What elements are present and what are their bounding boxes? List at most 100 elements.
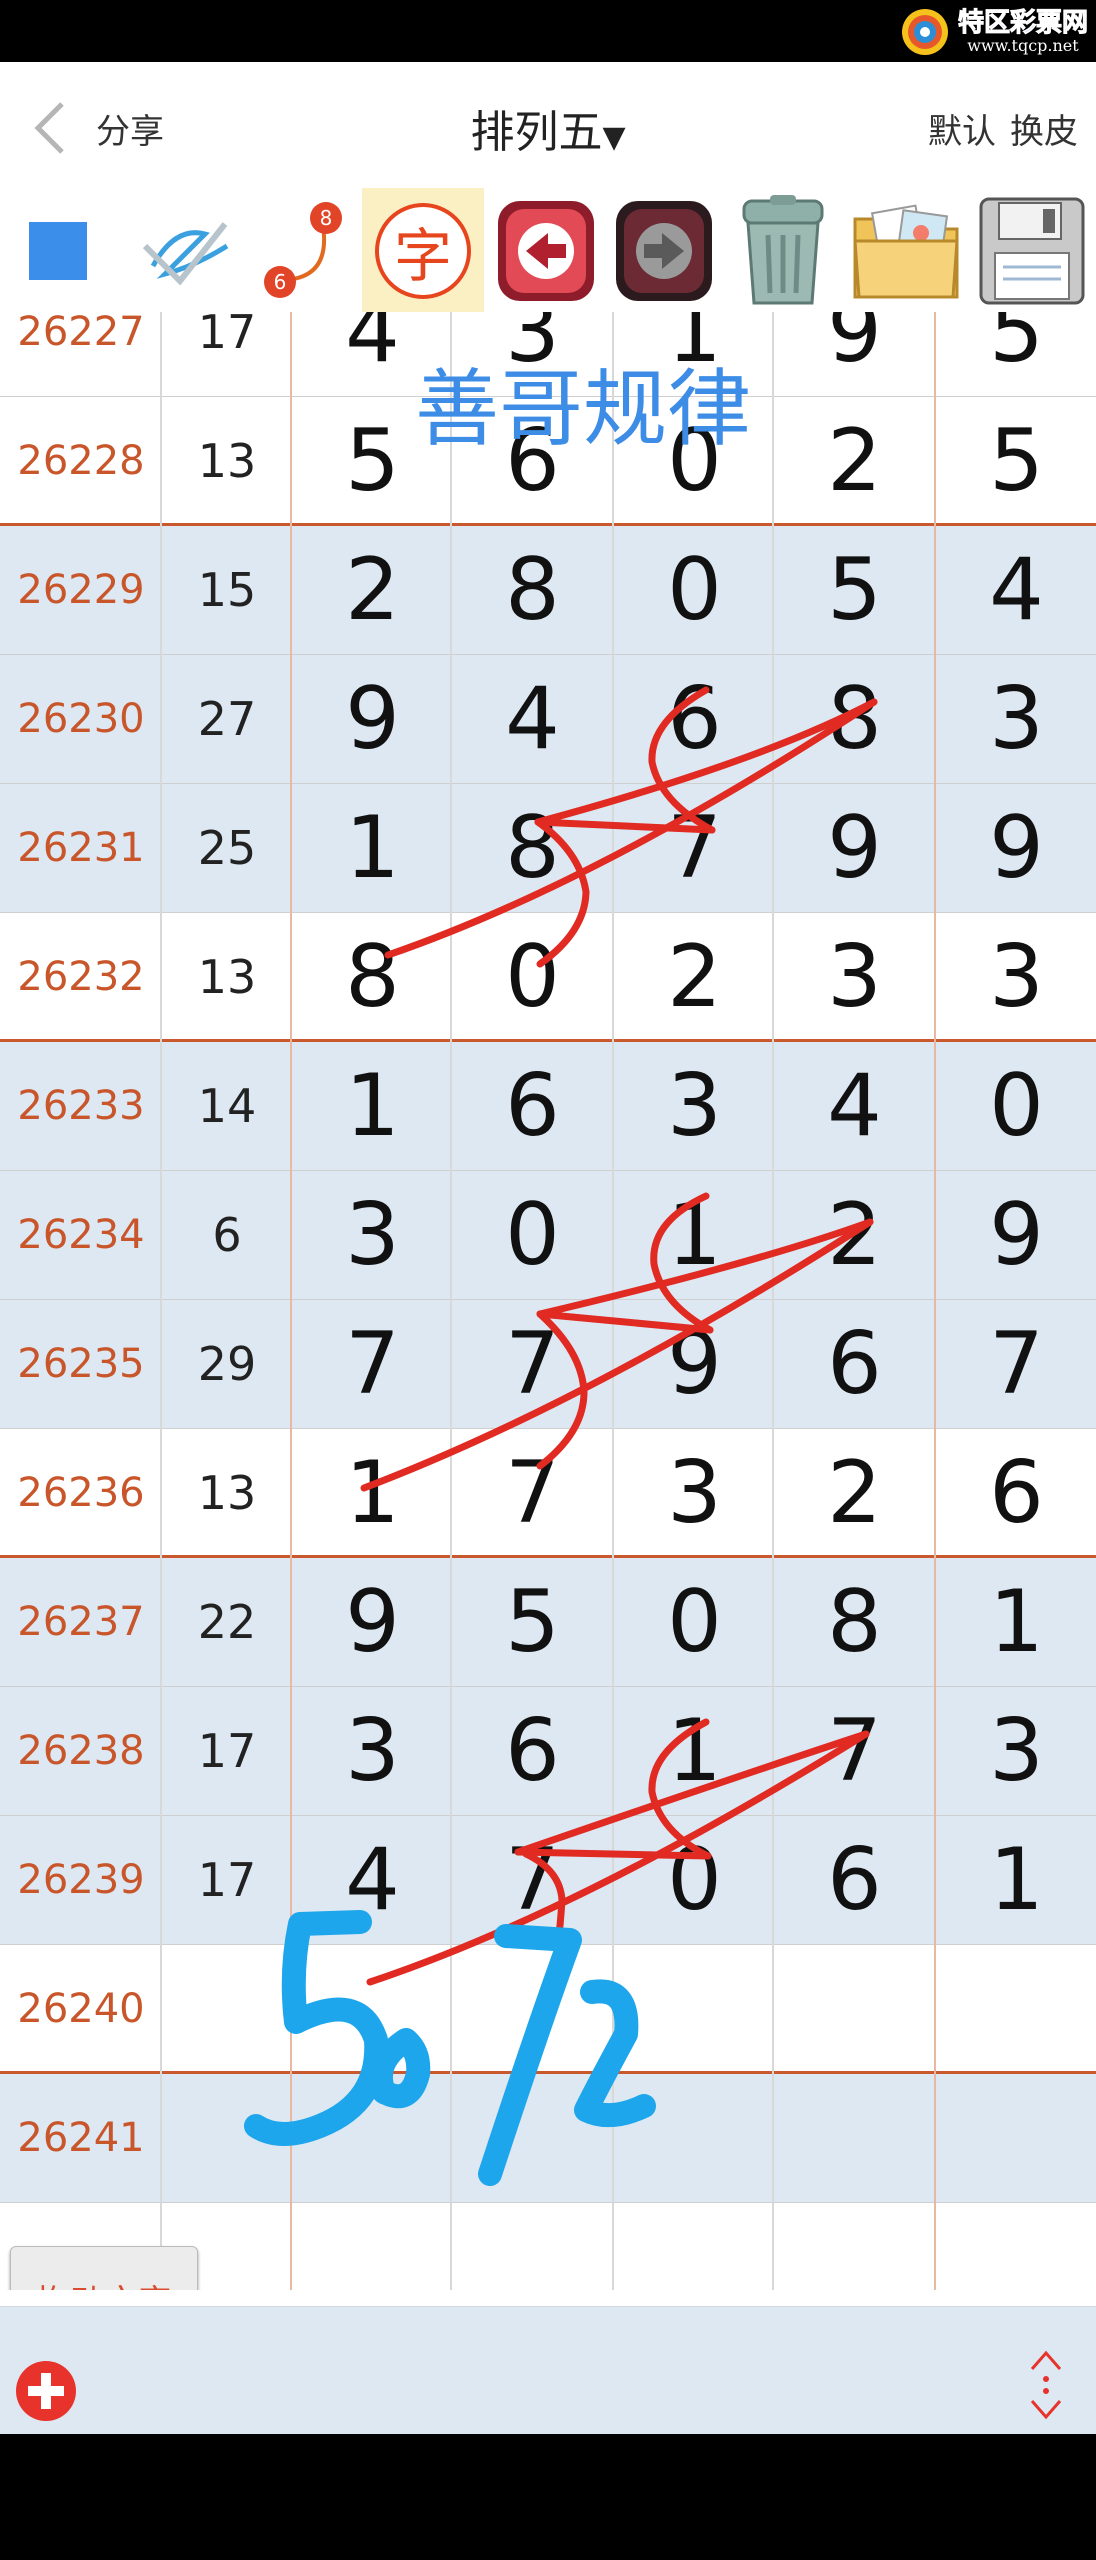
undo-button[interactable]: [490, 188, 602, 314]
digit-cell[interactable]: 1: [936, 1558, 1096, 1686]
save-button[interactable]: [970, 188, 1094, 314]
digit-cell[interactable]: 5: [774, 526, 935, 654]
digit-cell[interactable]: 0: [936, 1042, 1096, 1170]
digit-cell[interactable]: 9: [292, 1558, 453, 1686]
digit-cell[interactable]: 5: [936, 312, 1096, 396]
digit-cell[interactable]: 2: [614, 913, 775, 1041]
digit-cell[interactable]: 8: [774, 655, 935, 783]
digit-cell[interactable]: [292, 2074, 453, 2202]
digit-cell[interactable]: 0: [614, 1816, 775, 1944]
digit-cell[interactable]: 1: [936, 1816, 1096, 1944]
digit-cell[interactable]: 2: [774, 397, 935, 525]
digit-cell[interactable]: [774, 2074, 935, 2202]
digit-cell[interactable]: 6: [452, 397, 613, 525]
digit-cell[interactable]: 4: [452, 655, 613, 783]
site-logo-icon: [901, 9, 948, 55]
digit-cell[interactable]: 2: [292, 526, 453, 654]
digit-cell[interactable]: 6: [774, 1816, 935, 1944]
share-link[interactable]: 分享: [96, 104, 164, 153]
skin-button[interactable]: 换皮: [1010, 112, 1078, 152]
digit-cell[interactable]: 3: [936, 655, 1096, 783]
redo-button[interactable]: [608, 188, 720, 314]
digit-cell[interactable]: 4: [292, 1816, 453, 1944]
digit-cell[interactable]: 3: [936, 913, 1096, 1041]
digit-cell[interactable]: 6: [452, 1042, 613, 1170]
digit-cell[interactable]: 7: [452, 1300, 613, 1428]
digit-cell[interactable]: [774, 1945, 935, 2073]
digit-cell[interactable]: [774, 2203, 935, 2290]
digit-cell[interactable]: 5: [936, 397, 1096, 525]
digit-cell[interactable]: 3: [452, 312, 613, 396]
digit-cell[interactable]: 7: [614, 784, 775, 912]
digit-cell[interactable]: 7: [774, 1687, 935, 1815]
digit-cell[interactable]: 3: [292, 1171, 453, 1299]
digit-cell[interactable]: 0: [452, 913, 613, 1041]
expand-vertical-icon[interactable]: [1026, 2347, 1066, 2423]
digit-cell[interactable]: 8: [774, 1558, 935, 1686]
digit-cell[interactable]: [936, 1945, 1096, 2073]
drag-text-button[interactable]: 拖动文字: [10, 2246, 198, 2290]
digit-cell[interactable]: 1: [614, 1171, 775, 1299]
digit-cell[interactable]: 6: [936, 1429, 1096, 1557]
digit-cell[interactable]: 3: [292, 1687, 453, 1815]
digit-cell[interactable]: 3: [614, 1042, 775, 1170]
digit-cell[interactable]: 1: [614, 312, 775, 396]
page-title[interactable]: 排列五: [470, 107, 602, 158]
digit-cell[interactable]: 9: [614, 1300, 775, 1428]
digit-cell[interactable]: 6: [774, 1300, 935, 1428]
digit-cell[interactable]: 9: [936, 784, 1096, 912]
default-button[interactable]: 默认: [928, 112, 996, 152]
digit-cell[interactable]: 3: [936, 1687, 1096, 1815]
digit-cell[interactable]: [452, 2203, 613, 2290]
digit-cell[interactable]: 7: [452, 1816, 613, 1944]
digit-cell[interactable]: 4: [292, 312, 453, 396]
digit-cell[interactable]: 2: [774, 1171, 935, 1299]
digit-cell[interactable]: 8: [452, 784, 613, 912]
digit-cell[interactable]: 2: [774, 1429, 935, 1557]
digit-cell[interactable]: 7: [452, 1429, 613, 1557]
trash-button[interactable]: [724, 188, 842, 314]
digit-cell[interactable]: 3: [774, 913, 935, 1041]
digit-cell[interactable]: 5: [452, 1558, 613, 1686]
digit-cell[interactable]: [452, 1945, 613, 2073]
digit-cell[interactable]: 1: [292, 1042, 453, 1170]
digit-cell[interactable]: 9: [774, 312, 935, 396]
add-circle-icon[interactable]: [14, 2359, 78, 2423]
digit-cell[interactable]: 8: [452, 526, 613, 654]
digit-cell[interactable]: [936, 2074, 1096, 2202]
digit-cell[interactable]: [614, 2074, 775, 2202]
digit-cell[interactable]: 6: [614, 655, 775, 783]
back-chevron-icon[interactable]: [30, 100, 70, 156]
digit-cell[interactable]: 7: [292, 1300, 453, 1428]
digit-cell[interactable]: 9: [936, 1171, 1096, 1299]
curve-tool[interactable]: 8 6: [256, 188, 356, 314]
digit-cell[interactable]: 4: [774, 1042, 935, 1170]
digit-cell[interactable]: 5: [292, 397, 453, 525]
pen-tool[interactable]: [126, 188, 244, 314]
digit-cell[interactable]: 3: [614, 1429, 775, 1557]
digit-cell[interactable]: [452, 2074, 613, 2202]
digit-cell[interactable]: [936, 2203, 1096, 2290]
digit-cell[interactable]: [614, 1945, 775, 2073]
digit-cell[interactable]: 0: [614, 397, 775, 525]
digit-cell[interactable]: 7: [936, 1300, 1096, 1428]
digit-cell[interactable]: 9: [774, 784, 935, 912]
digit-cell[interactable]: 8: [292, 913, 453, 1041]
digit-cell[interactable]: 0: [614, 1558, 775, 1686]
digit-cell[interactable]: 0: [452, 1171, 613, 1299]
digit-cell[interactable]: 0: [614, 526, 775, 654]
digit-cell[interactable]: 4: [936, 526, 1096, 654]
digit-cell[interactable]: [614, 2203, 775, 2290]
digit-cell[interactable]: 6: [452, 1687, 613, 1815]
digit-cell[interactable]: 9: [292, 655, 453, 783]
color-swatch-tool[interactable]: [0, 188, 116, 314]
digit-cell[interactable]: 1: [614, 1687, 775, 1815]
digit-cell[interactable]: 1: [292, 784, 453, 912]
caret-down-icon[interactable]: ▼: [602, 120, 625, 155]
digit-cell[interactable]: [292, 2203, 453, 2290]
text-tool[interactable]: 字: [362, 188, 484, 314]
gallery-button[interactable]: [846, 188, 966, 314]
digit-cell[interactable]: 1: [292, 1429, 453, 1557]
digit-cell[interactable]: [292, 1945, 453, 2073]
table-row: 26238 17 3 6 1 7 3: [0, 1687, 1096, 1815]
